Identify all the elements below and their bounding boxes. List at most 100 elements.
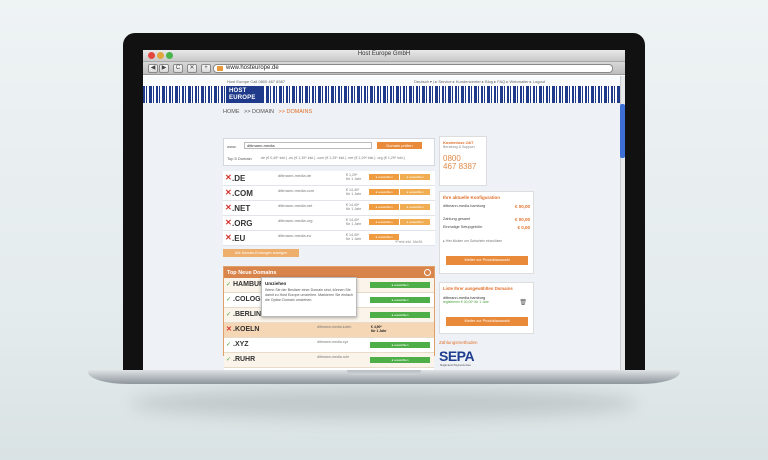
unavailable-icon: ✕ xyxy=(226,326,232,333)
top-nav[interactable]: Deutsch ▾ | ▸ Service ▸ Kundencenter ▸ B… xyxy=(414,79,545,84)
config-setup: Einmalige Setupgebühr € 0,00 xyxy=(443,225,530,233)
page-scrollbar[interactable] xyxy=(620,76,625,370)
config-item-name: dittmann-media.hamburg xyxy=(443,204,486,208)
tld-name: .ORG xyxy=(232,219,253,228)
browser-toolbar: ◀ ▶ C ✕ + www.hosteurope.de xyxy=(143,62,625,75)
address-bar[interactable]: www.hosteurope.de xyxy=(213,64,613,73)
domain-search-box: www. dittmann-media Domain prüfen Top 5 … xyxy=(223,138,435,166)
show-all-tlds-button[interactable]: Alle Domain-Endungen anzeigen xyxy=(223,249,299,257)
host-europe-logo[interactable]: HOST EUROPE xyxy=(226,86,264,103)
header-barcode: HOST EUROPE xyxy=(143,86,625,103)
new-domain-full: dittmann-media.xyz xyxy=(317,340,349,344)
address-text: www.hosteurope.de xyxy=(226,65,279,71)
tld-price: € 14,40* für 1 Jahr xyxy=(346,188,361,196)
new-domain-select-button[interactable]: ● auswählen xyxy=(370,342,430,348)
domain-search-input[interactable]: dittmann-media xyxy=(244,142,372,149)
tld-select-button[interactable]: ● auswählen xyxy=(369,204,399,210)
tld-transfer-button[interactable]: ● auswählen xyxy=(400,204,430,210)
tld-price-term: für 1 Jahr xyxy=(346,237,362,241)
new-domain-name: .XYZ xyxy=(233,341,249,348)
hotline-text: Host Europe Call 0800 467 8387 xyxy=(227,79,286,84)
unavailable-icon: ✕ xyxy=(225,188,232,197)
window-titlebar: Host Europe GmbH xyxy=(143,50,625,62)
breadcrumb: HOME >> DOMAIN >> DOMAINS xyxy=(223,109,315,115)
tld-price-term: für 1 Jahr xyxy=(346,222,362,226)
config-total-value: € 00,00 xyxy=(514,217,530,222)
selected-domains-box: Liste Ihrer ausgewählten Domains dittman… xyxy=(439,282,534,334)
tld-row: ✕ .DE dittmann-media.de € 1,29* für 1 Jahr ● … xyxy=(223,171,435,186)
add-tab-button[interactable]: + xyxy=(201,64,211,73)
checkmark-icon: ✓ xyxy=(226,312,232,318)
breadcrumb-home[interactable]: HOME xyxy=(223,109,240,115)
favicon-icon xyxy=(217,66,223,71)
voucher-link[interactable]: ▸ Hier klicken um Gutschein einzulösen xyxy=(443,239,530,243)
laptop-notch xyxy=(347,370,421,375)
new-domain-row: ✕ .KOELN dittmann-media.koeln € 4,90* für 1 … xyxy=(224,323,434,338)
tooltip-title: Umziehen xyxy=(265,281,287,286)
tld-price-term: für 1 Jahr xyxy=(346,207,362,211)
new-domain-select-button[interactable]: ● auswählen xyxy=(370,357,430,363)
hotline-number-2: 467 8387 xyxy=(443,162,477,171)
new-domain-name: .BERLIN xyxy=(233,311,261,318)
tld-name: .COM xyxy=(232,189,253,198)
tld-row: ✕ .NET dittmann-media.net € 14,40* für 1 Jah… xyxy=(223,201,435,216)
checkmark-icon: ✓ xyxy=(226,357,232,363)
new-domain-select-button[interactable]: ● auswählen xyxy=(370,312,430,318)
reload-button[interactable]: C xyxy=(173,64,183,73)
new-domain-select-button[interactable]: ● auswählen xyxy=(370,297,430,303)
top-domains-prices: .de (€ 0,49* inkl.) .eu (€ 1,39* inkl.) … xyxy=(260,156,405,160)
logo-line-1: HOST xyxy=(229,88,247,94)
config-setup-label: Einmalige Setupgebühr xyxy=(443,225,483,229)
check-domain-button[interactable]: Domain prüfen xyxy=(377,142,422,149)
continue-product-button-2[interactable]: Weiter zur Produktauswahl xyxy=(446,317,528,326)
tld-select-button[interactable]: ● auswählen xyxy=(369,189,399,195)
hotline-subtitle: Beratung & Support xyxy=(443,145,475,149)
top-info-bar: Host Europe Call 0800 467 8387 Deutsch ▾… xyxy=(143,76,625,86)
laptop-screen: Host Europe GmbH ◀ ▶ C ✕ + www.hosteurop… xyxy=(143,50,625,370)
config-total: Zahlung gesamt € 00,00 xyxy=(443,217,530,225)
tld-select-button[interactable]: ● auswählen xyxy=(369,219,399,225)
tld-price: € 1,29* für 1 Jahr xyxy=(346,173,361,181)
tld-result-list: ✕ .DE dittmann-media.de € 1,29* für 1 Jahr ● … xyxy=(223,171,435,246)
sepa-subtitle: Single Euro Payments Area xyxy=(440,364,471,367)
tld-domain: dittmann-media.de xyxy=(278,173,312,178)
new-domain-full: dittmann-media.ruhr xyxy=(317,355,350,359)
scrollbar-thumb[interactable] xyxy=(620,104,625,158)
tld-row: ✕ .ORG dittmann-media.org € 14,40* für 1 Jah… xyxy=(223,216,435,231)
tld-price: € 14,40* für 1 Jahr xyxy=(346,233,361,241)
new-domain-name: .RUHR xyxy=(233,356,256,363)
new-domain-price: € 4,90* für 1 Jahr xyxy=(371,325,386,333)
checkmark-icon: ✓ xyxy=(226,297,232,303)
checkmark-icon: ✓ xyxy=(226,342,232,348)
breadcrumb-domains[interactable]: >> DOMAINS xyxy=(279,109,313,115)
stop-button[interactable]: ✕ xyxy=(187,64,197,73)
configuration-box: Ihre aktuelle Konfiguration dittmann-med… xyxy=(439,191,534,274)
config-title: Ihre aktuelle Konfiguration xyxy=(443,195,501,200)
tld-transfer-button[interactable]: ● auswählen xyxy=(400,189,430,195)
new-domain-row: ✓ .XYZ dittmann-media.xyz ● auswählen xyxy=(224,338,434,353)
config-total-label: Zahlung gesamt xyxy=(443,217,471,221)
new-domain-select-button[interactable]: ● auswählen xyxy=(370,282,430,288)
trash-icon[interactable]: 🗑 xyxy=(519,299,527,306)
new-domain-name: .KOELN xyxy=(233,326,260,333)
new-domains-title: Top Neue Domains xyxy=(227,270,277,276)
tld-name: .NET xyxy=(232,204,251,213)
tld-price-term: für 1 Jahr xyxy=(346,192,362,196)
tld-domain: dittmann-media.org xyxy=(278,218,313,223)
breadcrumb-domain[interactable]: >> DOMAIN xyxy=(244,109,274,115)
tld-price: € 14,40* für 1 Jahr xyxy=(346,218,361,226)
tld-transfer-button[interactable]: ● auswählen xyxy=(400,174,430,180)
selected-domains-title: Liste Ihrer ausgewählten Domains xyxy=(443,286,513,291)
tld-transfer-button[interactable]: ● auswählen xyxy=(400,219,430,225)
forward-button[interactable]: ▶ xyxy=(159,64,169,73)
price-footnote: *Preis inkl. MwSt. xyxy=(395,240,423,244)
sepa-logo: SEPA xyxy=(439,348,475,364)
top-domains-label: Top 5 Domain xyxy=(227,156,252,161)
checkmark-icon: ✓ xyxy=(226,282,232,288)
globe-icon xyxy=(424,269,431,276)
tld-price-term: für 1 Jahr xyxy=(346,177,362,181)
continue-product-button[interactable]: Weiter zur Produktauswahl xyxy=(446,256,528,265)
back-button[interactable]: ◀ xyxy=(148,64,158,73)
tld-select-button[interactable]: ● auswählen xyxy=(369,174,399,180)
config-item: dittmann-media.hamburg € 00,00 xyxy=(443,204,530,212)
